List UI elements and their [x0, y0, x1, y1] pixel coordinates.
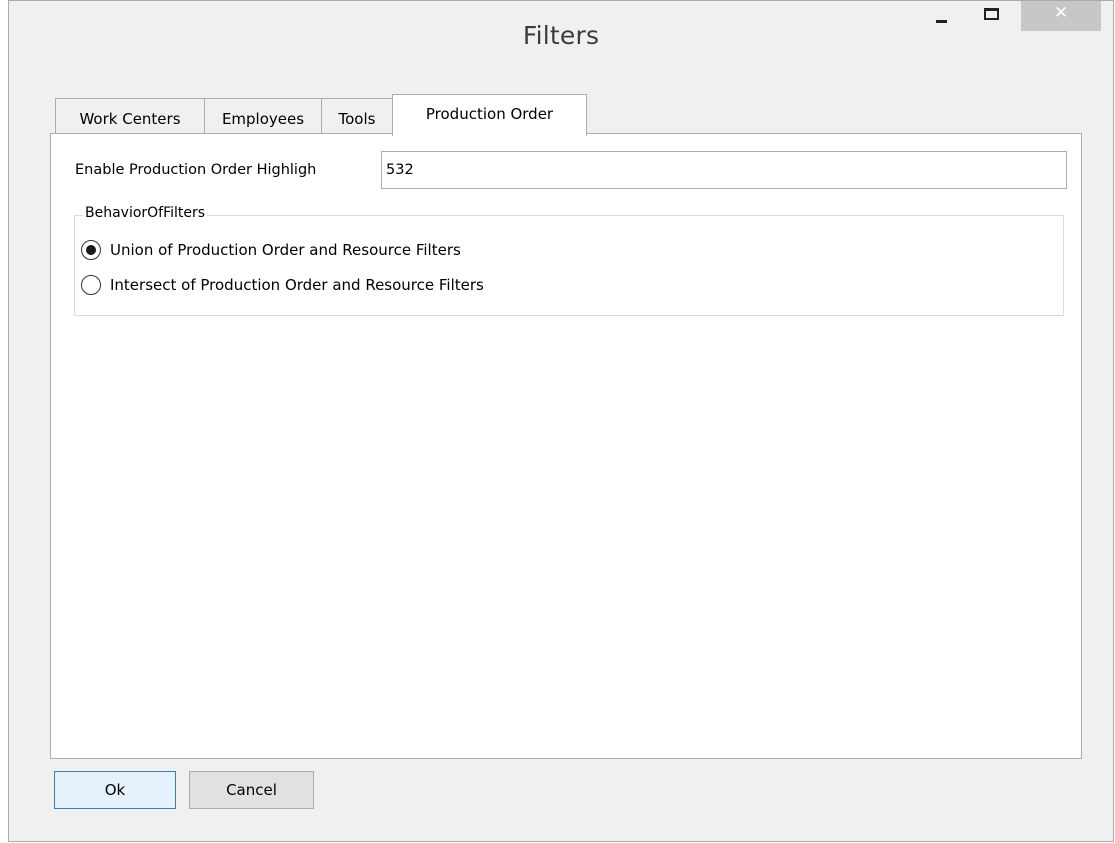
union-label[interactable]: Union of Production Order and Resource F…: [110, 241, 461, 259]
tab-tools[interactable]: Tools: [321, 98, 393, 135]
filters-dialog: Filters ✕ Work Centers Employees Tools P…: [8, 0, 1114, 842]
minimize-icon: [935, 19, 947, 23]
highlight-label: Enable Production Order Highligh: [75, 162, 317, 178]
maximize-icon: [983, 8, 999, 20]
intersect-option[interactable]: Intersect of Production Order and Resour…: [81, 273, 484, 297]
intersect-radio[interactable]: [81, 275, 101, 295]
production-order-panel: Enable Production Order Highligh 532 Beh…: [50, 133, 1082, 759]
union-radio[interactable]: [81, 240, 101, 260]
title-bar[interactable]: Filters ✕: [9, 1, 1113, 81]
tab-work-centers[interactable]: Work Centers: [55, 98, 205, 135]
ok-button[interactable]: Ok: [54, 771, 176, 809]
group-title: BehaviorOfFilters: [83, 205, 208, 221]
close-button[interactable]: ✕: [1021, 1, 1101, 31]
tab-employees[interactable]: Employees: [204, 98, 322, 135]
intersect-label[interactable]: Intersect of Production Order and Resour…: [110, 276, 484, 294]
union-option[interactable]: Union of Production Order and Resource F…: [81, 238, 461, 262]
maximize-button[interactable]: [971, 1, 1011, 31]
radio-selected-dot: [86, 245, 96, 255]
highlight-input[interactable]: 532: [381, 151, 1067, 189]
minimize-button[interactable]: [921, 1, 961, 31]
close-icon: ✕: [1053, 3, 1069, 23]
behavior-of-filters-group: BehaviorOfFilters Union of Production Or…: [74, 205, 1064, 316]
cancel-button[interactable]: Cancel: [189, 771, 314, 809]
tab-production-order[interactable]: Production Order: [392, 94, 587, 136]
